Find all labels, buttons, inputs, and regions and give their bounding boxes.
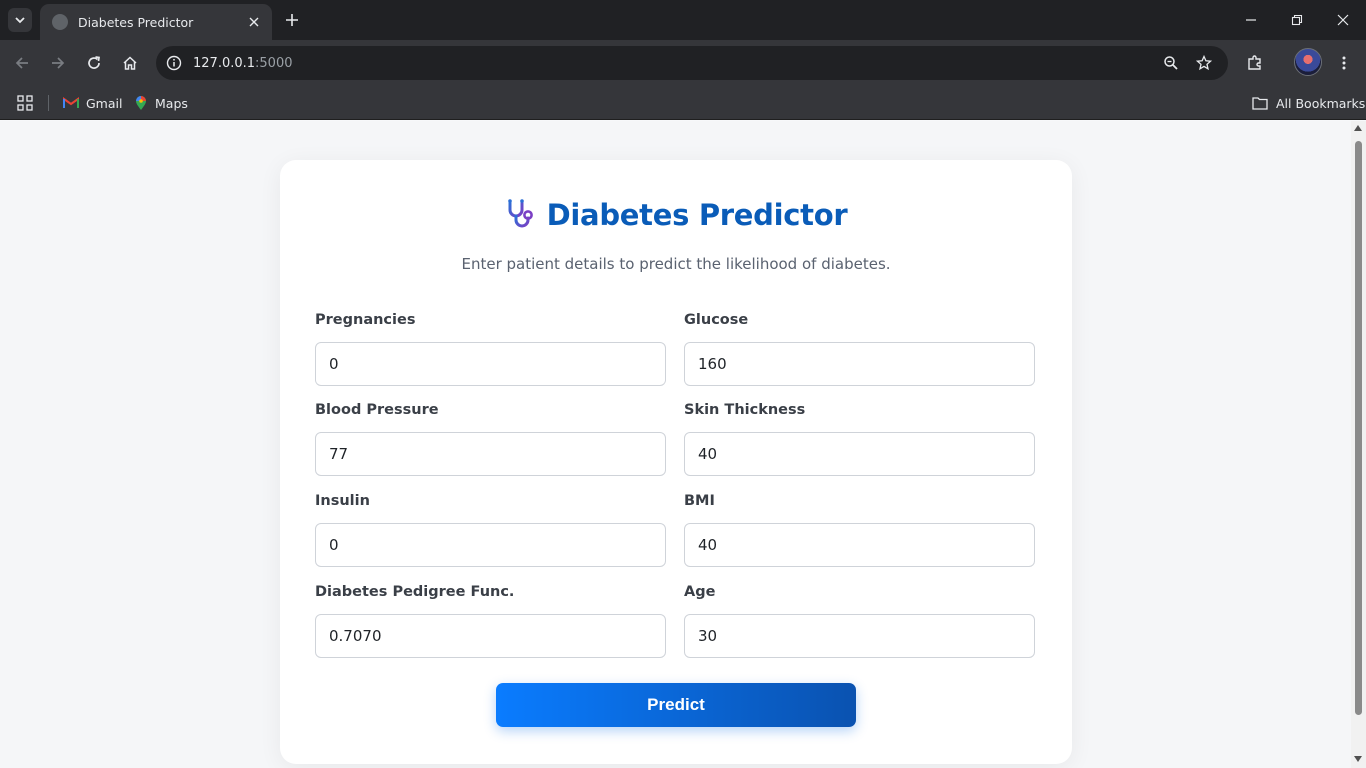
site-info-icon[interactable] xyxy=(164,53,184,73)
field-pregnancies: Pregnancies xyxy=(315,312,666,386)
insulin-label: Insulin xyxy=(315,493,370,509)
bookmark-maps-label: Maps xyxy=(155,95,188,111)
skin-thickness-label: Skin Thickness xyxy=(684,402,806,418)
tab-strip: Diabetes Predictor xyxy=(0,0,1366,40)
bookmarks-bar: Gmail Maps All Bookmarks xyxy=(0,86,1366,120)
bookmark-gmail[interactable]: Gmail xyxy=(63,92,122,114)
home-icon xyxy=(123,56,137,70)
back-button[interactable] xyxy=(8,49,36,77)
page-viewport: Diabetes Predictor Enter patient details… xyxy=(0,121,1351,768)
restore-icon xyxy=(1291,14,1303,26)
tab-close-button[interactable] xyxy=(246,14,262,30)
insulin-input[interactable] xyxy=(315,523,666,567)
page-subtitle: Enter patient details to predict the lik… xyxy=(461,255,891,273)
all-bookmarks-label: All Bookmarks xyxy=(1276,95,1366,111)
predict-button[interactable]: Predict xyxy=(496,683,856,727)
url-text: 127.0.0.1:5000 xyxy=(193,56,293,71)
field-glucose: Glucose xyxy=(684,312,1035,386)
field-diabetes-pedigree: Diabetes Pedigree Func. xyxy=(315,584,666,658)
scrollbar-thumb[interactable] xyxy=(1355,141,1362,715)
bookmark-gmail-label: Gmail xyxy=(86,95,123,111)
url-host: 127.0.0.1 xyxy=(193,55,256,71)
scroll-up-arrow-icon[interactable] xyxy=(1354,125,1362,131)
minimize-icon xyxy=(1246,19,1256,21)
forward-button[interactable] xyxy=(44,49,72,77)
apps-button[interactable] xyxy=(16,92,34,114)
address-bar[interactable]: 127.0.0.1:5000 xyxy=(156,46,1228,80)
close-icon xyxy=(1337,14,1349,26)
predictor-card: Diabetes Predictor Enter patient details… xyxy=(280,160,1072,764)
field-bmi: BMI xyxy=(684,493,1035,567)
blood-pressure-input[interactable] xyxy=(315,432,666,476)
zoom-icon[interactable] xyxy=(1160,52,1182,74)
chevron-down-icon xyxy=(15,17,25,24)
glucose-input[interactable] xyxy=(684,342,1035,386)
page-title: Diabetes Predictor xyxy=(546,198,848,232)
page-scrollbar[interactable] xyxy=(1351,121,1366,768)
globe-icon xyxy=(52,14,68,30)
pregnancies-input[interactable] xyxy=(315,342,666,386)
tab-search-button[interactable] xyxy=(8,8,32,32)
field-insulin: Insulin xyxy=(315,493,666,567)
tab-diabetes-predictor[interactable]: Diabetes Predictor xyxy=(40,4,272,40)
maps-icon xyxy=(136,96,146,110)
reload-icon xyxy=(88,56,100,69)
page-heading: Diabetes Predictor xyxy=(280,198,1072,232)
field-blood-pressure: Blood Pressure xyxy=(315,402,666,476)
close-icon xyxy=(249,17,259,27)
glucose-label: Glucose xyxy=(684,312,749,328)
bmi-label: BMI xyxy=(684,493,715,509)
gmail-icon xyxy=(63,97,79,108)
all-bookmarks-button[interactable]: All Bookmarks xyxy=(1252,92,1365,114)
profile-avatar[interactable] xyxy=(1294,48,1322,76)
stethoscope-icon xyxy=(507,199,533,228)
pregnancies-label: Pregnancies xyxy=(315,312,416,328)
tab-title: Diabetes Predictor xyxy=(78,14,194,30)
new-tab-button[interactable] xyxy=(280,8,304,32)
diabetes-pedigree-label: Diabetes Pedigree Func. xyxy=(315,584,515,600)
home-button[interactable] xyxy=(116,49,144,77)
field-skin-thickness: Skin Thickness xyxy=(684,402,1035,476)
more-vertical-icon xyxy=(1342,56,1346,70)
reload-button[interactable] xyxy=(80,49,108,77)
bookmark-maps[interactable]: Maps xyxy=(135,92,188,114)
bmi-input[interactable] xyxy=(684,523,1035,567)
arrow-left-icon xyxy=(15,57,28,69)
plus-icon xyxy=(286,14,298,26)
age-input[interactable] xyxy=(684,614,1035,658)
apps-grid-icon xyxy=(17,95,33,111)
restore-button[interactable] xyxy=(1274,0,1320,40)
close-window-button[interactable] xyxy=(1320,0,1366,40)
bookmarks-separator xyxy=(48,95,49,111)
diabetes-pedigree-input[interactable] xyxy=(315,614,666,658)
bookmark-star-icon[interactable] xyxy=(1193,52,1215,74)
minimize-button[interactable] xyxy=(1228,0,1274,40)
scroll-down-arrow-icon[interactable] xyxy=(1354,756,1362,762)
blood-pressure-label: Blood Pressure xyxy=(315,402,439,418)
skin-thickness-input[interactable] xyxy=(684,432,1035,476)
browser-toolbar: 127.0.0.1:5000 xyxy=(0,40,1366,86)
field-age: Age xyxy=(684,584,1035,658)
age-label: Age xyxy=(684,584,716,600)
extensions-button[interactable] xyxy=(1241,49,1269,77)
puzzle-icon xyxy=(1248,55,1261,70)
folder-icon xyxy=(1252,97,1268,110)
browser-menu-button[interactable] xyxy=(1330,49,1358,77)
url-port: :5000 xyxy=(255,55,293,71)
arrow-right-icon xyxy=(52,57,65,69)
